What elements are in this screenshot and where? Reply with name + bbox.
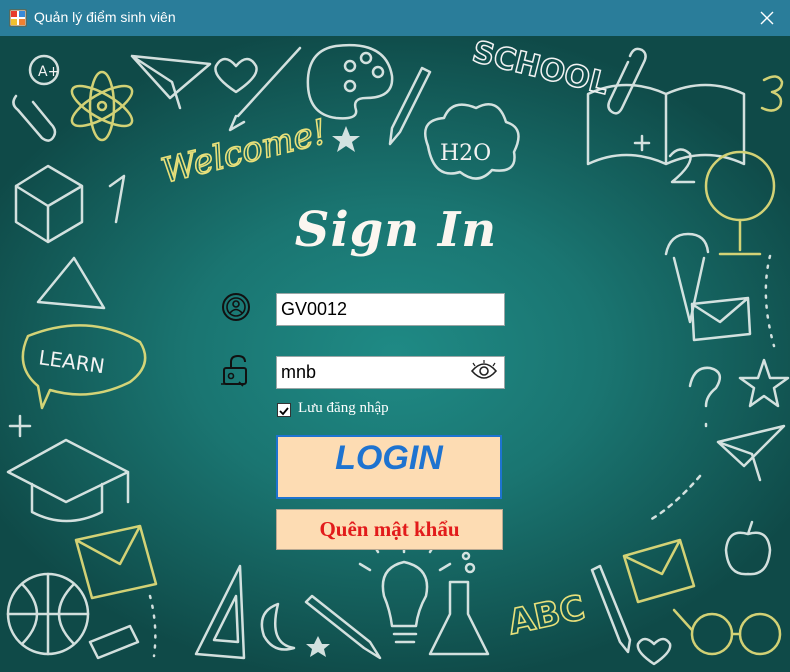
sign-in-heading: Sign In (294, 202, 498, 258)
remember-label[interactable]: Lưu đăng nhập (298, 400, 389, 417)
learn-text: LEARN (37, 345, 106, 378)
chalkboard-background: Welcome! SCHOOL LEARN H2O ABC A+ Sign In… (0, 36, 790, 672)
app-icon (9, 9, 27, 27)
forgot-password-button[interactable]: Quên mật khẩu (276, 509, 503, 550)
close-button[interactable] (744, 0, 790, 36)
a-plus-text: A+ (38, 64, 59, 80)
abc-text: ABC (505, 588, 589, 643)
school-text: SCHOOL (469, 36, 612, 102)
login-button[interactable]: LOGIN (276, 435, 502, 499)
chalkboard-doodles: Welcome! SCHOOL LEARN H2O ABC A+ (6, 36, 790, 666)
user-icon (222, 293, 250, 321)
checkmark-icon (279, 407, 289, 416)
window-title: Quản lý điểm sinh viên (34, 9, 176, 25)
h2o-text: H2O (440, 141, 491, 166)
remember-checkbox[interactable] (277, 403, 291, 417)
eye-icon[interactable] (470, 360, 498, 382)
welcome-text: Welcome! (157, 112, 330, 192)
app-window: Quản lý điểm sinh viên Welcome! SCHOOL L… (0, 0, 790, 672)
username-input[interactable]: GV0012 (276, 293, 505, 326)
title-bar[interactable]: Quản lý điểm sinh viên (0, 0, 790, 36)
close-icon (760, 11, 774, 25)
lock-icon (221, 354, 247, 387)
